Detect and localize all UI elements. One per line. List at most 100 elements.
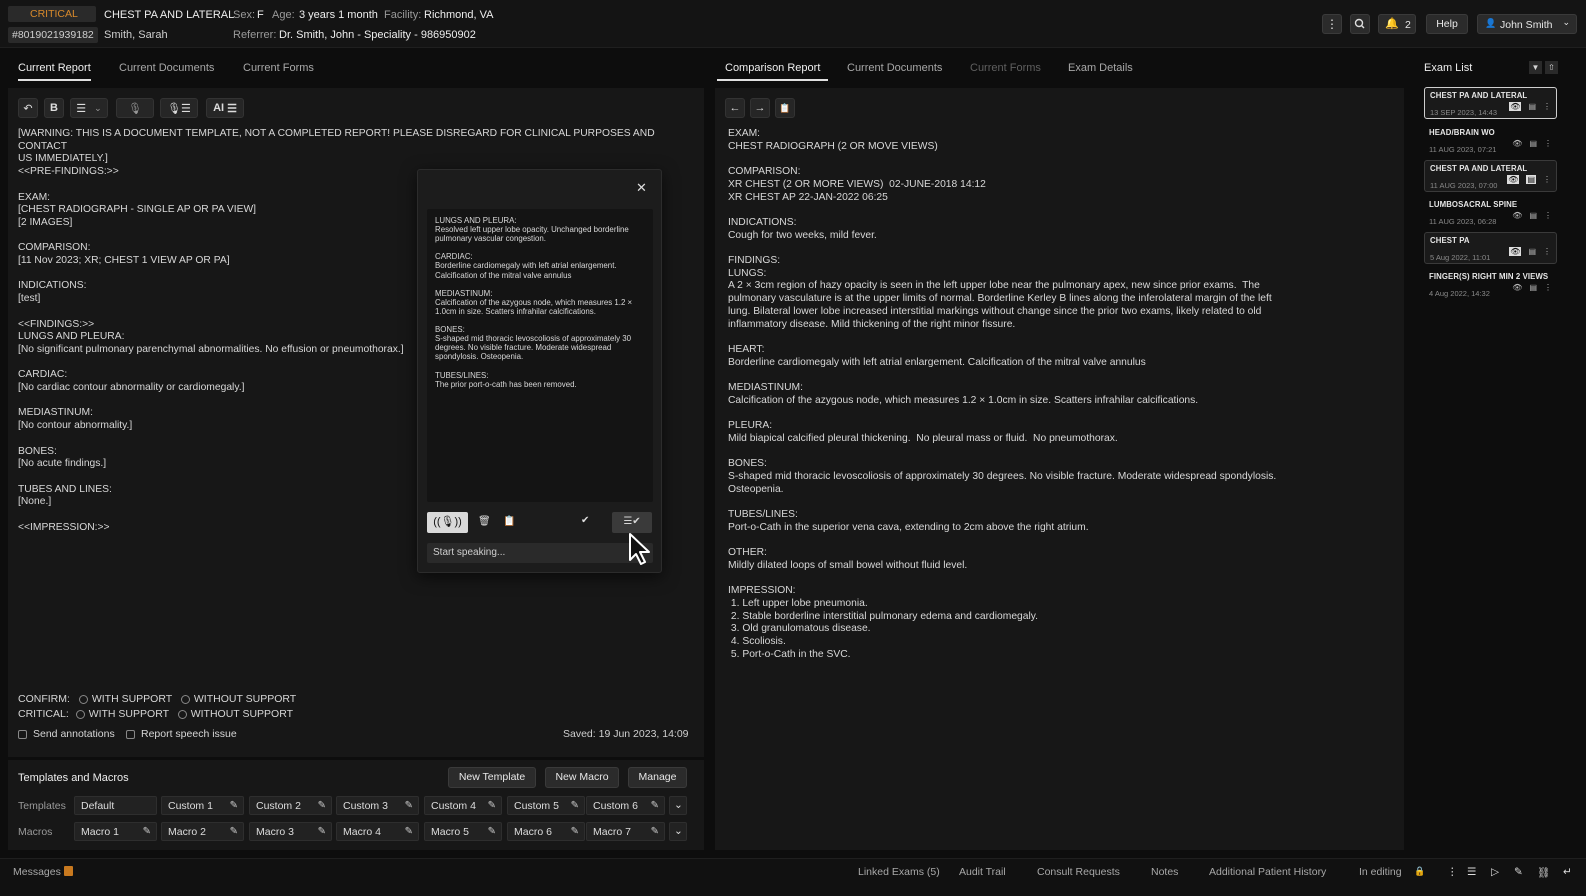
pencil-icon[interactable]: ✎ (651, 826, 659, 837)
exam-list-item[interactable]: CHEST PA 5 Aug 2022, 11:01 👁 ▤ ⋮ (1424, 232, 1557, 264)
macro-slot[interactable]: Macro 3 ✎ (249, 822, 332, 841)
dictate-list-button[interactable]: 🎙☰ (160, 98, 198, 118)
exam-list-item[interactable]: LUMBOSACRAL SPINE 11 AUG 2023, 06:28 👁 ▤ ⋮ (1424, 197, 1557, 229)
template-slot[interactable]: Custom 5 ✎ (507, 796, 585, 815)
list-button[interactable]: ☰ ⌄ (70, 98, 108, 118)
notes-link[interactable]: Notes (1151, 866, 1178, 878)
document-icon[interactable]: ▤ (1529, 211, 1537, 220)
macro-slot[interactable]: Macro 6 ✎ (507, 822, 585, 841)
previous-button[interactable]: ← (725, 98, 745, 118)
mute-mic-button[interactable]: 🎙 (116, 98, 154, 118)
exam-list-item[interactable]: HEAD/BRAIN WO 11 AUG 2023, 07:21 👁 ▤ ⋮ (1424, 125, 1557, 157)
more-menu-button[interactable]: ⋮ (1322, 14, 1342, 34)
pencil-icon[interactable]: ✎ (571, 826, 579, 837)
upload-icon[interactable]: ⇧ (1545, 61, 1558, 74)
pencil-icon[interactable]: ✎ (230, 800, 238, 811)
eye-icon[interactable]: 👁 (1509, 102, 1522, 111)
more-icon[interactable]: ⋮ (1543, 175, 1551, 184)
template-slot[interactable]: Custom 4 ✎ (424, 796, 502, 815)
clipboard-icon[interactable]: 📋 (503, 516, 515, 527)
dictation-text-area[interactable]: LUNGS AND PLEURA: Resolved left upper lo… (427, 209, 653, 502)
more-icon[interactable]: ⋮ (1544, 211, 1552, 220)
macros-more-button[interactable]: ⌄ (669, 822, 687, 841)
pencil-icon[interactable]: ✎ (571, 800, 579, 811)
report-speech-issue-checkbox[interactable] (126, 729, 135, 739)
eye-icon[interactable]: 👁 (1512, 211, 1522, 220)
tab-exam-details[interactable]: Exam Details (1068, 62, 1133, 74)
linked-exams-link[interactable]: Linked Exams (5) (858, 866, 940, 878)
audit-trail-link[interactable]: Audit Trail (959, 866, 1006, 878)
pencil-icon[interactable]: ✎ (143, 826, 151, 837)
messages-link[interactable]: Messages (13, 866, 61, 878)
critical-without-support-radio[interactable] (177, 709, 187, 719)
new-macro-button[interactable]: New Macro (545, 767, 619, 788)
additional-history-link[interactable]: Additional Patient History (1209, 866, 1326, 878)
speech-input[interactable]: Start speaking... (427, 543, 653, 563)
pencil-icon[interactable]: ✎ (651, 800, 659, 811)
edit-external-icon[interactable]: ✎ (1514, 866, 1523, 878)
document-icon[interactable]: ▤ (1529, 139, 1537, 148)
macro-slot[interactable]: Macro 1 ✎ (74, 822, 157, 841)
user-menu-button[interactable]: 👤 John Smith ⌄ (1477, 14, 1577, 34)
eye-icon[interactable]: 👁 (1509, 247, 1522, 256)
tab-comparison-report[interactable]: Comparison Report (717, 62, 829, 81)
template-slot[interactable]: Default (74, 796, 157, 815)
link-icon[interactable]: ⛓ (1537, 866, 1550, 879)
next-step-icon[interactable]: ▷ (1491, 866, 1499, 878)
templates-more-button[interactable]: ⌄ (669, 796, 687, 815)
pencil-icon[interactable]: ✎ (230, 826, 238, 837)
more-icon[interactable]: ⋮ (1544, 139, 1552, 148)
document-icon[interactable]: ▤ (1526, 175, 1536, 184)
template-slot[interactable]: Custom 6 ✎ (586, 796, 665, 815)
pencil-icon[interactable]: ✎ (488, 800, 496, 811)
notifications-button[interactable]: 🔔 2 (1378, 14, 1416, 34)
more-icon[interactable]: ⋮ (1543, 247, 1551, 256)
exam-list-item[interactable]: CHEST PA AND LATERAL 11 AUG 2023, 07:00 … (1424, 160, 1557, 192)
more-icon[interactable]: ⋮ (1544, 283, 1552, 292)
ai-button[interactable]: AI ☰ (206, 98, 244, 118)
filter-icon[interactable]: ▼ (1529, 61, 1542, 74)
macro-slot[interactable]: Macro 5 ✎ (424, 822, 502, 841)
more-icon[interactable]: ⋮ (1543, 102, 1551, 111)
tab-current-documents[interactable]: Current Documents (119, 62, 214, 74)
close-icon[interactable]: ✕ (636, 180, 647, 196)
trash-icon[interactable]: 🗑 (478, 516, 491, 527)
help-button[interactable]: Help (1426, 14, 1468, 34)
tab-current-forms[interactable]: Current Forms (243, 62, 314, 74)
template-slot[interactable]: Custom 3 ✎ (336, 796, 419, 815)
sign-off-icon[interactable]: ↵ (1563, 866, 1572, 878)
exam-list-item[interactable]: CHEST PA AND LATERAL 13 SEP 2023, 14:43 … (1424, 87, 1557, 119)
manage-button[interactable]: Manage (628, 767, 687, 788)
template-slot[interactable]: Custom 1 ✎ (161, 796, 244, 815)
undo-button[interactable]: ↶ (18, 98, 38, 118)
dictate-button[interactable]: ((🎙)) (427, 512, 468, 533)
eye-icon[interactable]: 👁 (1507, 175, 1520, 184)
consult-requests-link[interactable]: Consult Requests (1037, 866, 1120, 878)
tab-current-documents[interactable]: Current Documents (847, 62, 942, 74)
critical-with-support-radio[interactable] (75, 709, 85, 719)
pencil-icon[interactable]: ✎ (488, 826, 496, 837)
next-button[interactable]: → (750, 98, 770, 118)
document-icon[interactable]: ▤ (1529, 283, 1537, 292)
insert-list-button[interactable]: ☰✔ (612, 512, 652, 533)
macro-slot[interactable]: Macro 4 ✎ (336, 822, 419, 841)
macro-slot[interactable]: Macro 2 ✎ (161, 822, 244, 841)
send-annotations-checkbox[interactable] (18, 729, 27, 739)
check-circle-icon[interactable]: ✔ (581, 515, 589, 526)
confirm-with-support-radio[interactable] (78, 694, 88, 704)
pencil-icon[interactable]: ✎ (405, 800, 413, 811)
confirm-without-support-radio[interactable] (180, 694, 190, 704)
new-template-button[interactable]: New Template (448, 767, 536, 788)
exam-list-item[interactable]: FINGER(S) RIGHT MIN 2 VIEWS 4 Aug 2022, … (1424, 269, 1557, 301)
document-icon[interactable]: ▤ (1528, 247, 1536, 256)
pencil-icon[interactable]: ✎ (405, 826, 413, 837)
tab-current-report[interactable]: Current Report (18, 62, 91, 81)
pencil-icon[interactable]: ✎ (318, 826, 326, 837)
tab-current-forms[interactable]: Current Forms (970, 62, 1041, 74)
macro-slot[interactable]: Macro 7 ✎ (586, 822, 665, 841)
document-icon[interactable]: ▤ (1528, 102, 1536, 111)
eye-icon[interactable]: 👁 (1512, 139, 1522, 148)
bold-button[interactable]: B (44, 98, 64, 118)
pencil-icon[interactable]: ✎ (318, 800, 326, 811)
copy-button[interactable]: 📋 (775, 98, 795, 118)
